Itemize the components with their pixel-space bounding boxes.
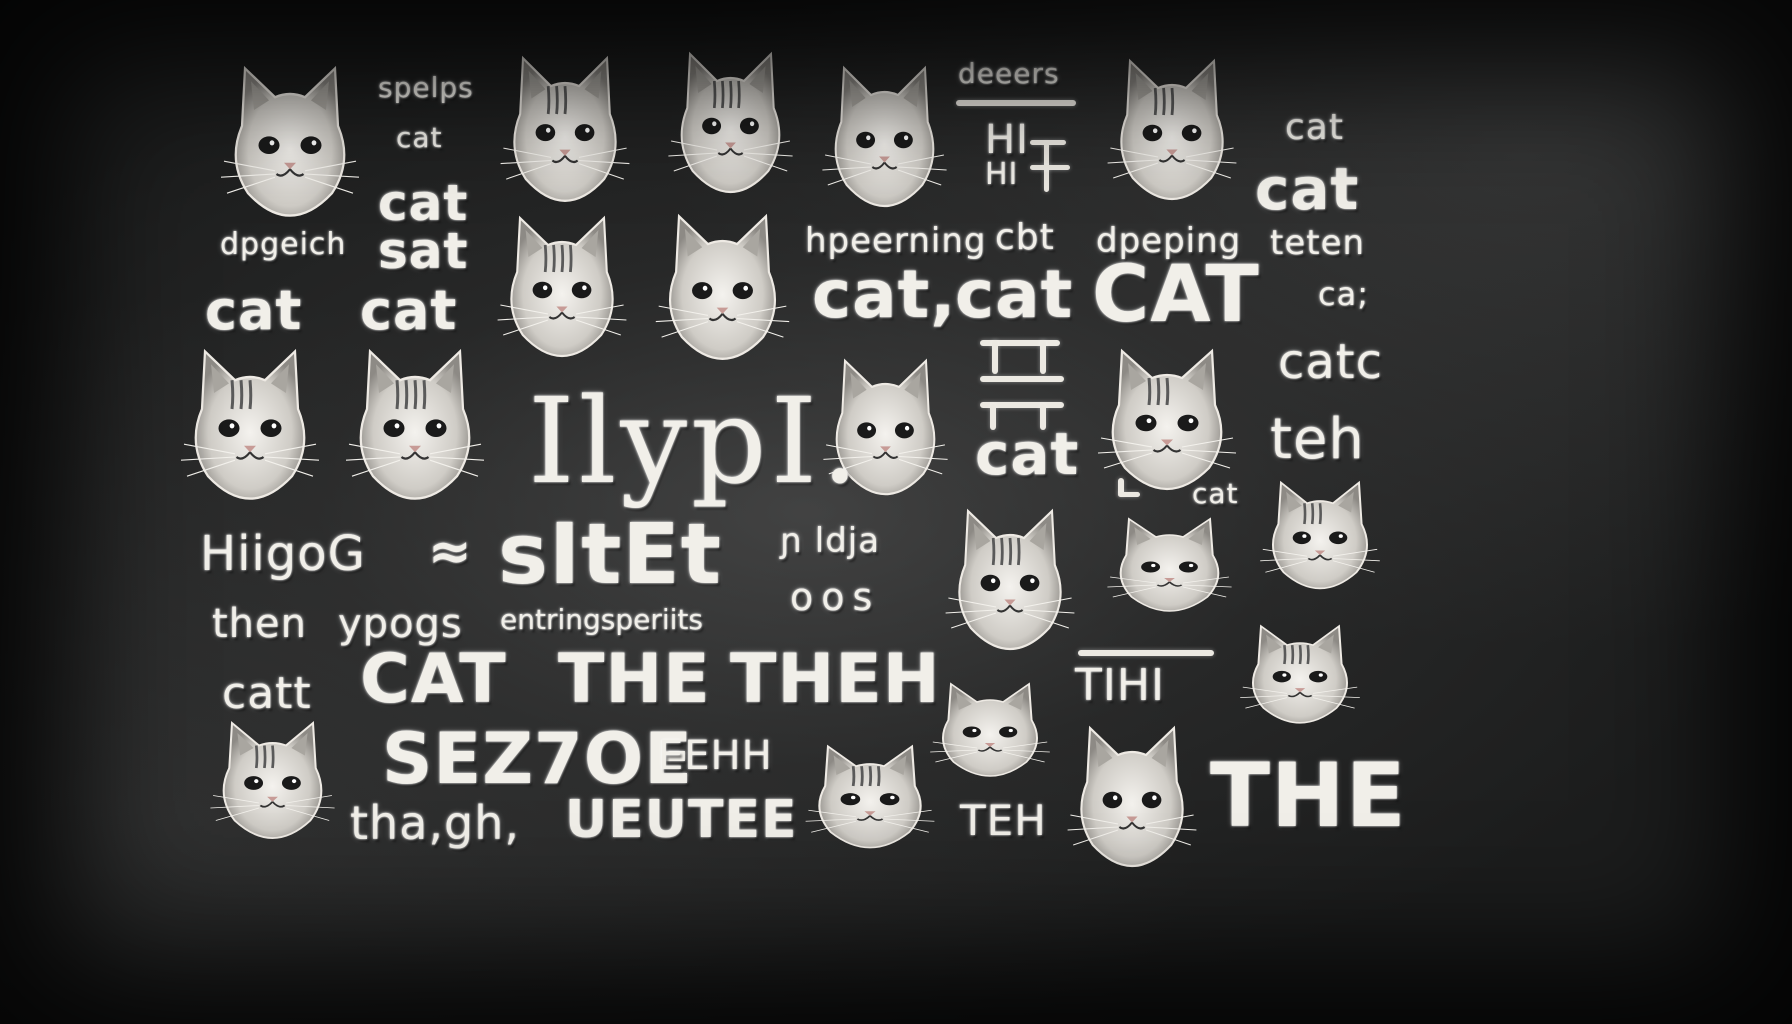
- chalk-line: [992, 340, 998, 374]
- cat-head-6: [492, 212, 632, 362]
- word-cat-a: cat: [396, 121, 443, 154]
- chalk-line: [1118, 492, 1140, 497]
- word-eehh: EEHH: [658, 733, 773, 779]
- word-oos: oos: [790, 575, 881, 619]
- word-the-b: THE: [1210, 744, 1407, 847]
- word-sez7oe: SEZ7OE: [382, 718, 694, 800]
- cat-head-2: [495, 52, 635, 207]
- word-catc: catc: [1278, 334, 1384, 390]
- word-cat-j: cat: [360, 640, 507, 719]
- word-cat-f: cat: [1255, 155, 1360, 223]
- word-ypogs: ypogs: [338, 601, 463, 647]
- cat-head-14: [1255, 478, 1385, 593]
- cat-head-15: [1235, 622, 1365, 727]
- chalk-line: [1078, 650, 1214, 656]
- word-hpeerning: hpeerning: [805, 221, 987, 261]
- word-cat-c: cat: [205, 279, 303, 342]
- chalk-line: [1040, 340, 1046, 374]
- chalkboard: spelps cat cat dpgeich sat cat cat deeer…: [0, 0, 1792, 1024]
- word-cat-g: cat: [955, 256, 1074, 333]
- cat-head-18: [800, 742, 940, 852]
- word-cbt: cbt: [995, 217, 1055, 258]
- word-hiigog: HiigoG: [200, 526, 366, 582]
- word-hi-b: HI: [985, 157, 1019, 192]
- word-teh-a: teh: [1270, 407, 1365, 472]
- word-then: then: [212, 601, 307, 647]
- cat-head-13: [1102, 515, 1237, 615]
- word-cat-b: cat: [378, 174, 469, 232]
- word-teh-b: TEH: [960, 796, 1047, 845]
- word-catt: catt: [222, 668, 312, 719]
- word-cat-e: cat: [1285, 107, 1344, 148]
- cat-head-5: [1102, 55, 1242, 205]
- cat-head-16: [925, 680, 1055, 780]
- word-hi-a: HI: [985, 117, 1029, 163]
- word-uuutee: UEUTEE: [565, 790, 798, 850]
- cat-head-8: [175, 345, 325, 505]
- word-teten: teten: [1270, 223, 1366, 263]
- word-sat: sat: [378, 222, 469, 280]
- cat-head-12: [940, 505, 1080, 655]
- word-approx: ≈: [428, 522, 473, 582]
- word-cat-d: cat: [360, 279, 458, 342]
- word-tihi: TIHI: [1075, 660, 1165, 711]
- word-entringsperiits: entringsperiits: [500, 603, 703, 636]
- word-ca-semicolon: ca;: [1318, 275, 1369, 313]
- cat-head-11: [1092, 345, 1242, 495]
- word-sitet: sItEt: [498, 505, 722, 603]
- word-dpgeich: dpgeich: [220, 227, 347, 262]
- word-cat-big: CAT: [1092, 250, 1260, 340]
- cat-head-1: [215, 62, 365, 222]
- word-ilypi: IlypI.: [528, 372, 863, 510]
- word-thagh: tha,gh,: [350, 796, 520, 850]
- word-nldja: ɲ ldja: [780, 521, 881, 561]
- word-cat-comma: cat,: [812, 256, 957, 333]
- chalk-line: [1030, 165, 1070, 170]
- cat-head-4: [817, 62, 952, 212]
- word-theh: theH: [730, 640, 941, 719]
- cat-head-3: [663, 48, 798, 198]
- word-spelps: spelps: [378, 71, 474, 104]
- chalk-line: [956, 100, 1076, 106]
- word-deeers: deeers: [958, 57, 1060, 90]
- cat-head-9: [340, 345, 490, 505]
- chalk-line: [980, 376, 1064, 382]
- cat-head-19: [1062, 722, 1202, 872]
- word-the-a: the: [558, 640, 711, 719]
- cat-head-7: [650, 210, 795, 365]
- word-cat-i: cat: [1192, 477, 1239, 510]
- cat-head-17: [205, 718, 340, 843]
- word-cat-h: cat: [975, 420, 1080, 488]
